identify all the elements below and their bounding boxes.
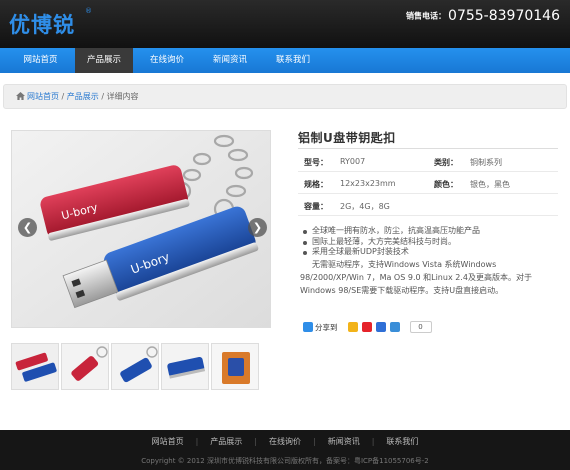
qzone-icon[interactable]: [347, 322, 358, 332]
spec-row: 规格： 12x23x23mm 颜色： 银色，黑色: [298, 172, 558, 194]
site-logo[interactable]: 优博锐: [9, 9, 75, 39]
next-image-arrow[interactable]: ❯: [248, 218, 267, 237]
sales-hotline: 销售电话： 0755-83970146: [406, 8, 560, 24]
spec-value: 银色，黑色: [470, 180, 510, 189]
footer-nav-news[interactable]: 新闻资讯: [328, 437, 360, 446]
nav-news[interactable]: 新闻资讯: [201, 48, 259, 73]
spec-label: 颜色：: [434, 180, 458, 189]
spec-label: 型号：: [304, 158, 328, 167]
spec-row: 容量： 2G，4G，8G: [298, 194, 558, 216]
renren-icon[interactable]: [389, 322, 400, 332]
thumbnail[interactable]: [211, 343, 259, 390]
spec-value: 2G，4G，8G: [340, 202, 390, 211]
list-item: 全球唯一拥有防水，防尘，抗高温高压功能产品: [300, 226, 562, 237]
nav-products[interactable]: 产品展示: [75, 48, 133, 73]
main-nav: 网站首页 产品展示 在线询价 新闻资讯 联系我们: [0, 48, 570, 73]
product-title: 铝制U盘带钥匙扣: [298, 131, 396, 145]
share-button[interactable]: 分享到: [303, 322, 338, 333]
list-item: 国际上最轻薄，大方完美结科技与时尚。: [300, 237, 562, 248]
usb-keychain-photo: U-bory U-bory: [12, 131, 270, 327]
share-bar: 分享到 0: [303, 320, 432, 334]
list-item: 采用全球最新UDP封装技术: [300, 247, 562, 258]
breadcrumb-sep: /: [98, 92, 107, 101]
thumbnail[interactable]: [61, 343, 109, 390]
footer-nav-contact[interactable]: 联系我们: [386, 437, 418, 446]
spec-row: 型号： RY007 类别： 铜制系列: [298, 150, 558, 172]
nav-home[interactable]: 网站首页: [11, 48, 70, 73]
product-main-image: U-bory U-bory: [11, 130, 271, 328]
share-label: 分享到: [315, 322, 338, 332]
hotline-label: 销售电话：: [406, 11, 447, 21]
spec-value: 铜制系列: [470, 158, 502, 167]
share-plus-icon: [303, 322, 313, 332]
prev-image-arrow[interactable]: ❮: [18, 218, 37, 237]
site-header: 优博锐 ® 销售电话： 0755-83970146: [0, 0, 570, 48]
nav-contact[interactable]: 联系我们: [264, 48, 322, 73]
spec-table: 型号： RY007 类别： 铜制系列 规格： 12x23x23mm 颜色： 银色…: [298, 150, 558, 216]
nav-inquiry[interactable]: 在线询价: [138, 48, 196, 73]
breadcrumb: 网站首页 / 产品展示 / 详细内容: [3, 84, 567, 109]
footer-nav: 网站首页 | 产品展示 | 在线询价 | 新闻资讯 | 联系我们: [151, 437, 419, 446]
product-description: 无需驱动程序，支持Windows Vista 系统Windows 98/2000…: [300, 260, 532, 295]
breadcrumb-sep: /: [59, 92, 67, 101]
footer-nav-products[interactable]: 产品展示: [210, 437, 242, 446]
spec-label: 类别：: [434, 158, 458, 167]
thumbnail-strip: [11, 343, 261, 390]
spec-label: 容量：: [304, 202, 328, 211]
home-icon: [16, 92, 25, 100]
footer-nav-home[interactable]: 网站首页: [152, 437, 184, 446]
footer-nav-inquiry[interactable]: 在线询价: [269, 437, 301, 446]
hotline-number: 0755-83970146: [448, 8, 560, 24]
breadcrumb-home[interactable]: 网站首页: [27, 92, 59, 101]
weibo-icon[interactable]: [361, 322, 372, 332]
thumbnail[interactable]: [111, 343, 159, 390]
feature-list: 全球唯一拥有防水，防尘，抗高温高压功能产品 国际上最轻薄，大方完美结科技与时尚。…: [300, 226, 562, 258]
breadcrumb-current: 详细内容: [106, 92, 139, 101]
baidu-icon[interactable]: [375, 322, 386, 332]
title-divider: [298, 148, 558, 149]
breadcrumb-category[interactable]: 产品展示: [67, 92, 99, 101]
spec-value: RY007: [340, 157, 366, 166]
thumbnail[interactable]: [161, 343, 209, 390]
spec-value: 12x23x23mm: [340, 179, 396, 188]
thumbnail[interactable]: [11, 343, 59, 390]
spec-label: 规格：: [304, 180, 328, 189]
copyright-text: Copyright © 2012 深圳市优博锐科技有限公司版权所有，备案号：粤I…: [141, 457, 429, 465]
registered-mark: ®: [85, 7, 92, 15]
share-count: 0: [409, 321, 432, 333]
